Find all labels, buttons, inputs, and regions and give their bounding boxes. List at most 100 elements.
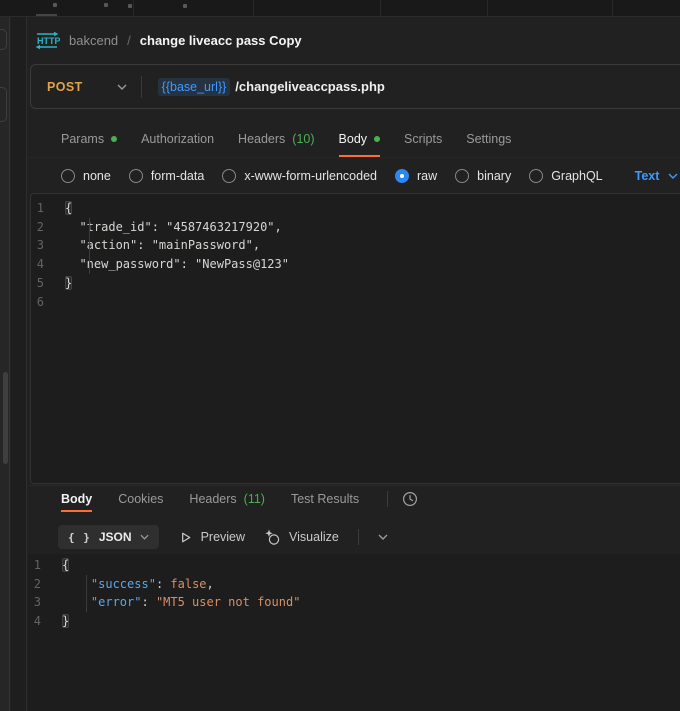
toolbar-divider <box>358 529 359 545</box>
active-tab-indicator <box>36 14 57 16</box>
radio-checked-icon[interactable] <box>395 169 409 183</box>
tab-label: Settings <box>466 132 511 146</box>
body-mode-label: binary <box>477 169 511 183</box>
modified-dot-icon <box>374 136 380 142</box>
method-label: POST <box>47 80 83 94</box>
code-line: 5} <box>31 274 680 293</box>
radio-unchecked-icon[interactable] <box>529 169 543 183</box>
line-number: 3 <box>31 236 65 255</box>
body-type-selector: none form-data x-www-form-urlencoded raw bin… <box>28 158 680 193</box>
visualize-button[interactable]: Visualize <box>264 529 339 546</box>
radio-unchecked-icon[interactable] <box>222 169 236 183</box>
code-content: "new_password": "NewPass@123" <box>65 255 289 274</box>
radio-unchecked-icon[interactable] <box>455 169 469 183</box>
history-clock-icon[interactable] <box>401 490 419 508</box>
preview-button[interactable]: Preview <box>178 530 245 545</box>
url-input[interactable]: {{base_url}} /changeliveaccpass.php <box>158 78 385 96</box>
code-token: { <box>65 201 72 215</box>
chevron-down-icon[interactable] <box>378 534 388 540</box>
response-body-viewer[interactable]: 1{2 "success": false,3 "error": "MT5 use… <box>28 554 680 711</box>
tab-separator <box>133 0 134 16</box>
tab-separator <box>253 0 254 16</box>
tab-params[interactable]: Params <box>61 121 117 157</box>
url-variable-chip[interactable]: {{base_url}} <box>158 78 231 96</box>
vertical-scrollbar-thumb[interactable] <box>3 372 8 464</box>
response-tab-label: Body <box>61 492 92 506</box>
tab-settings[interactable]: Settings <box>466 121 511 157</box>
code-content: { <box>65 199 72 218</box>
body-mode-label: form-data <box>151 169 205 183</box>
body-mode-label: x-www-form-urlencoded <box>244 169 377 183</box>
chevron-down-icon <box>140 534 149 540</box>
line-number: 3 <box>28 593 62 612</box>
request-tabs: Params Authorization Headers (10) Body Script… <box>28 121 680 158</box>
raw-language-dropdown[interactable]: Text <box>635 169 679 183</box>
code-line: 3 "action": "mainPassword", <box>31 236 680 255</box>
indent-guide <box>86 575 87 612</box>
tab-label: Authorization <box>141 132 214 146</box>
code-token: : <box>141 595 155 609</box>
code-token: "trade_id": "4587463217920", <box>65 220 282 234</box>
code-line: 1{ <box>28 556 680 575</box>
breadcrumb-request-name[interactable]: change liveacc pass Copy <box>140 33 302 48</box>
response-tab-body[interactable]: Body <box>61 486 92 512</box>
line-number: 6 <box>31 293 65 312</box>
body-mode-raw[interactable]: raw <box>395 169 437 183</box>
response-tabs-extra <box>387 486 419 512</box>
code-content: "action": "mainPassword", <box>65 236 260 255</box>
method-dropdown[interactable]: POST <box>31 80 141 94</box>
response-tab-headers[interactable]: Headers(11) <box>189 486 265 512</box>
tab-fragment-dot <box>53 3 57 7</box>
code-token: "error" <box>91 595 142 609</box>
code-token: } <box>62 614 69 628</box>
response-tab-cookies[interactable]: Cookies <box>118 486 163 512</box>
visualize-label: Visualize <box>289 530 339 544</box>
tab-fragment-dot <box>128 4 132 8</box>
body-mode-label: none <box>83 169 111 183</box>
code-token: "new_password": "NewPass@123" <box>65 257 289 271</box>
indent-guide <box>89 218 90 274</box>
tab-count-badge: (10) <box>292 132 314 146</box>
rail-button-cutoff[interactable] <box>0 87 7 122</box>
response-tabs: Body Cookies Headers(11) Test Results <box>28 485 680 512</box>
breadcrumb: HTTP bakcend / change liveacc pass Copy <box>28 17 680 63</box>
response-format-dropdown[interactable]: { } JSON <box>58 525 159 549</box>
tab-scripts[interactable]: Scripts <box>404 121 442 157</box>
tab-label: Headers <box>238 132 285 146</box>
tab-separator <box>487 0 488 16</box>
tab-headers[interactable]: Headers (10) <box>238 121 314 157</box>
chevron-down-icon <box>668 173 678 179</box>
code-token: } <box>65 276 72 290</box>
code-token: , <box>207 577 214 591</box>
line-number: 2 <box>31 218 65 237</box>
raw-language-label: Text <box>635 169 660 183</box>
tab-label: Scripts <box>404 132 442 146</box>
body-mode-graphql[interactable]: GraphQL <box>529 169 602 183</box>
chevron-down-icon <box>117 84 127 90</box>
radio-unchecked-icon[interactable] <box>61 169 75 183</box>
body-mode-form-data[interactable]: form-data <box>129 169 205 183</box>
tab-authorization[interactable]: Authorization <box>141 121 214 157</box>
code-token: false <box>170 577 206 591</box>
line-number: 4 <box>28 612 62 631</box>
svg-text:HTTP: HTTP <box>37 36 60 46</box>
radio-unchecked-icon[interactable] <box>129 169 143 183</box>
code-line: 3 "error": "MT5 user not found" <box>28 593 680 612</box>
rail-button-cutoff[interactable] <box>0 29 7 50</box>
tab-fragment-dot <box>104 3 108 7</box>
response-tab-test-results[interactable]: Test Results <box>291 486 359 512</box>
workspace-tab-strip[interactable] <box>0 0 680 17</box>
request-body-editor[interactable]: 1{2 "trade_id": "4587463217920",3 "actio… <box>30 193 680 484</box>
line-number: 1 <box>31 199 65 218</box>
body-mode-binary[interactable]: binary <box>455 169 511 183</box>
body-mode-x-www-form-urlencoded[interactable]: x-www-form-urlencoded <box>222 169 377 183</box>
left-rail <box>0 17 10 711</box>
sidebar-strip <box>11 17 27 711</box>
code-token: : <box>156 577 170 591</box>
code-token: { <box>62 558 69 572</box>
preview-label: Preview <box>201 530 245 544</box>
tab-body[interactable]: Body <box>339 121 381 157</box>
request-pane: HTTP bakcend / change liveacc pass Copy … <box>28 17 680 711</box>
body-mode-none[interactable]: none <box>61 169 111 183</box>
breadcrumb-collection[interactable]: bakcend <box>69 33 118 48</box>
